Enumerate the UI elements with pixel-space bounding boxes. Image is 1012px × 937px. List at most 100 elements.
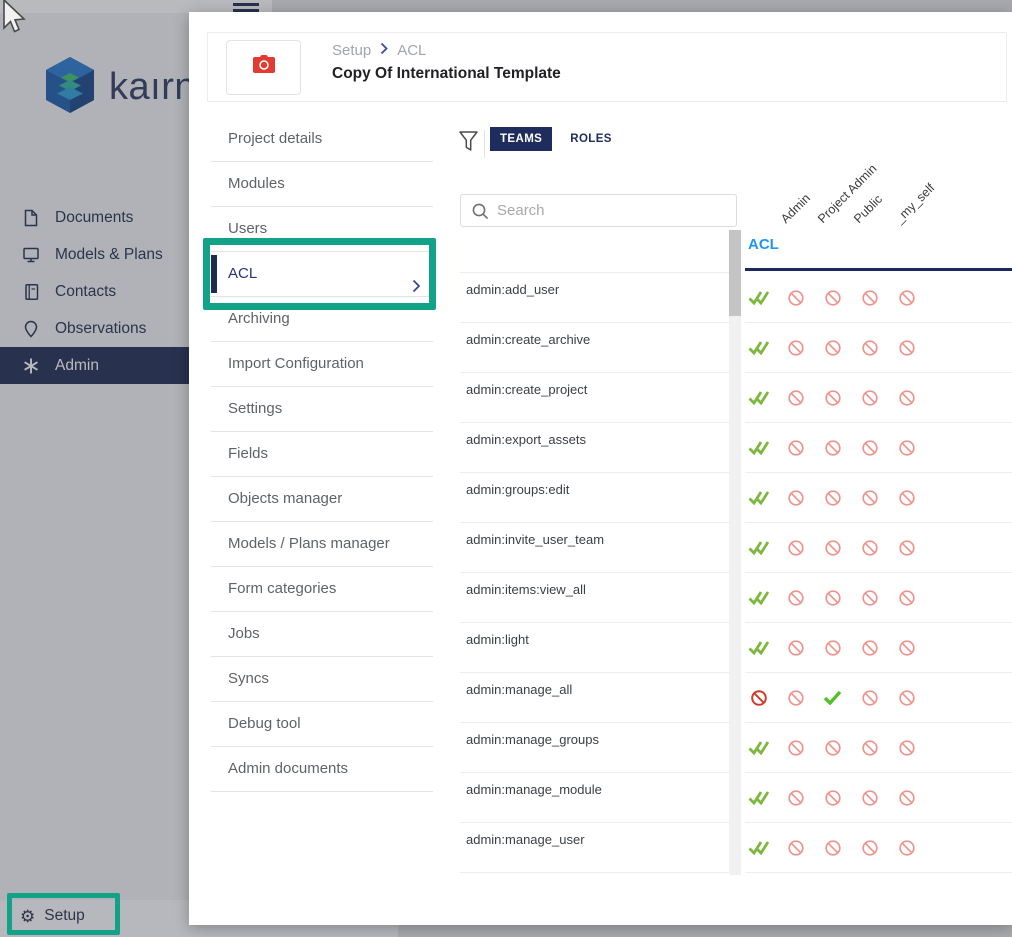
setup-modal: Setup ACL Copy Of International Template… bbox=[189, 12, 1012, 925]
setup-nav-item-syncs[interactable]: Syncs bbox=[211, 657, 433, 702]
deny-icon[interactable] bbox=[814, 589, 851, 607]
setup-nav-item-debug-tool[interactable]: Debug tool bbox=[211, 702, 433, 747]
setup-nav-item-import-configuration[interactable]: Import Configuration bbox=[211, 342, 433, 387]
deny-icon[interactable] bbox=[777, 289, 814, 307]
setup-nav-item-form-categories[interactable]: Form categories bbox=[211, 567, 433, 612]
deny-icon[interactable] bbox=[814, 339, 851, 357]
deny-icon[interactable] bbox=[777, 589, 814, 607]
deny-icon[interactable] bbox=[814, 539, 851, 557]
breadcrumb-acl[interactable]: ACL bbox=[397, 42, 426, 59]
deny-icon[interactable] bbox=[888, 339, 925, 357]
deny-icon[interactable] bbox=[814, 639, 851, 657]
filter-icon[interactable] bbox=[458, 130, 479, 160]
setup-nav-item-jobs[interactable]: Jobs bbox=[211, 612, 433, 657]
deny-strong-icon[interactable] bbox=[740, 689, 777, 707]
deny-icon[interactable] bbox=[851, 589, 888, 607]
allow-double-icon[interactable] bbox=[740, 390, 777, 406]
setup-nav-item-project-details[interactable]: Project details bbox=[211, 117, 433, 162]
deny-icon[interactable] bbox=[851, 739, 888, 757]
permission-icon-row bbox=[745, 423, 1012, 473]
role-column-admin: Admin bbox=[778, 191, 813, 226]
allow-double-icon[interactable] bbox=[740, 740, 777, 756]
deny-icon[interactable] bbox=[777, 539, 814, 557]
allow-double-icon[interactable] bbox=[740, 290, 777, 306]
deny-icon[interactable] bbox=[814, 439, 851, 457]
deny-icon[interactable] bbox=[777, 739, 814, 757]
deny-icon[interactable] bbox=[814, 289, 851, 307]
deny-icon[interactable] bbox=[888, 639, 925, 657]
project-photo-button[interactable] bbox=[226, 40, 301, 95]
deny-icon[interactable] bbox=[777, 789, 814, 807]
deny-icon[interactable] bbox=[777, 439, 814, 457]
deny-icon[interactable] bbox=[851, 339, 888, 357]
setup-nav-label: Objects manager bbox=[228, 490, 342, 507]
setup-nav-item-users[interactable]: Users bbox=[211, 207, 433, 252]
deny-icon[interactable] bbox=[777, 389, 814, 407]
permission-row[interactable]: admin:manage_all bbox=[460, 673, 729, 723]
permission-row[interactable]: admin:add_user bbox=[460, 273, 729, 323]
deny-icon[interactable] bbox=[888, 439, 925, 457]
allow-double-icon[interactable] bbox=[740, 590, 777, 606]
deny-icon[interactable] bbox=[814, 489, 851, 507]
deny-icon[interactable] bbox=[851, 489, 888, 507]
deny-icon[interactable] bbox=[888, 289, 925, 307]
breadcrumb-setup[interactable]: Setup bbox=[332, 42, 371, 59]
allow-double-icon[interactable] bbox=[740, 840, 777, 856]
deny-icon[interactable] bbox=[888, 589, 925, 607]
permission-row[interactable]: admin:light bbox=[460, 623, 729, 673]
permission-row[interactable]: admin:export_assets bbox=[460, 423, 729, 473]
deny-icon[interactable] bbox=[851, 539, 888, 557]
setup-nav-item-objects-manager[interactable]: Objects manager bbox=[211, 477, 433, 522]
role-column--my-self: _my_self bbox=[892, 181, 937, 226]
deny-icon[interactable] bbox=[851, 789, 888, 807]
deny-icon[interactable] bbox=[777, 339, 814, 357]
setup-nav-item-archiving[interactable]: Archiving bbox=[211, 297, 433, 342]
allow-double-icon[interactable] bbox=[740, 640, 777, 656]
allow-icon[interactable] bbox=[814, 690, 851, 705]
allow-double-icon[interactable] bbox=[740, 440, 777, 456]
permission-row[interactable]: admin:create_archive bbox=[460, 323, 729, 373]
deny-icon[interactable] bbox=[888, 539, 925, 557]
permission-icon-row bbox=[745, 323, 1012, 373]
setup-nav-item-admin-documents[interactable]: Admin documents bbox=[211, 747, 433, 792]
deny-icon[interactable] bbox=[851, 289, 888, 307]
permission-row[interactable]: admin:items:view_all bbox=[460, 573, 729, 623]
permission-row[interactable]: admin:create_project bbox=[460, 373, 729, 423]
deny-icon[interactable] bbox=[814, 839, 851, 857]
permission-row[interactable]: admin:manage_user bbox=[460, 823, 729, 873]
deny-icon[interactable] bbox=[851, 389, 888, 407]
deny-icon[interactable] bbox=[888, 489, 925, 507]
permission-row[interactable]: admin:manage_groups bbox=[460, 723, 729, 773]
deny-icon[interactable] bbox=[777, 689, 814, 707]
deny-icon[interactable] bbox=[888, 389, 925, 407]
permission-row[interactable]: admin:groups:edit bbox=[460, 473, 729, 523]
setup-nav-item-modules[interactable]: Modules bbox=[211, 162, 433, 207]
deny-icon[interactable] bbox=[814, 739, 851, 757]
deny-icon[interactable] bbox=[851, 639, 888, 657]
permission-row[interactable]: admin:manage_module bbox=[460, 773, 729, 823]
deny-icon[interactable] bbox=[777, 839, 814, 857]
deny-icon[interactable] bbox=[814, 789, 851, 807]
deny-icon[interactable] bbox=[888, 689, 925, 707]
search-input[interactable] bbox=[497, 196, 727, 225]
allow-double-icon[interactable] bbox=[740, 340, 777, 356]
deny-icon[interactable] bbox=[851, 689, 888, 707]
deny-icon[interactable] bbox=[851, 839, 888, 857]
deny-icon[interactable] bbox=[888, 789, 925, 807]
deny-icon[interactable] bbox=[777, 489, 814, 507]
deny-icon[interactable] bbox=[777, 639, 814, 657]
allow-double-icon[interactable] bbox=[740, 540, 777, 556]
permission-row[interactable]: admin:invite_user_team bbox=[460, 523, 729, 573]
deny-icon[interactable] bbox=[814, 389, 851, 407]
allow-double-icon[interactable] bbox=[740, 790, 777, 806]
setup-nav-item-settings[interactable]: Settings bbox=[211, 387, 433, 432]
tab-roles[interactable]: ROLES bbox=[560, 127, 622, 151]
setup-nav-item-acl[interactable]: ACL bbox=[211, 252, 433, 297]
allow-double-icon[interactable] bbox=[740, 490, 777, 506]
setup-nav-item-models-plans-manager[interactable]: Models / Plans manager bbox=[211, 522, 433, 567]
deny-icon[interactable] bbox=[888, 839, 925, 857]
tab-teams[interactable]: TEAMS bbox=[490, 127, 552, 151]
setup-nav-item-fields[interactable]: Fields bbox=[211, 432, 433, 477]
deny-icon[interactable] bbox=[851, 439, 888, 457]
deny-icon[interactable] bbox=[888, 739, 925, 757]
